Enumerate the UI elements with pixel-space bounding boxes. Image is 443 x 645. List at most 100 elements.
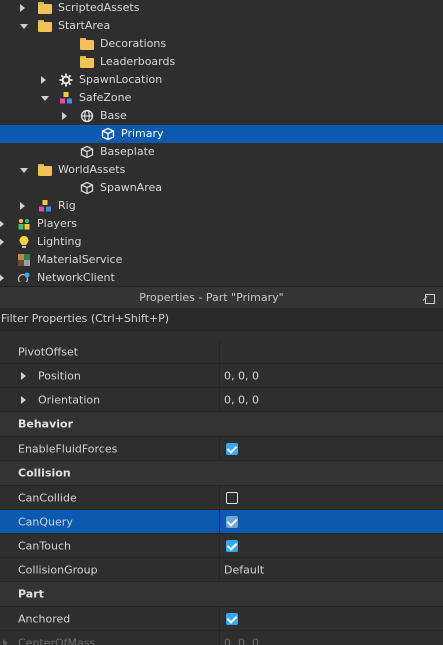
mesh-icon bbox=[80, 109, 94, 123]
model-icon bbox=[38, 199, 52, 213]
property-row-can-collide[interactable]: CanCollide bbox=[0, 486, 443, 510]
tree-item-leaderboards[interactable]: Leaderboards bbox=[0, 53, 443, 71]
category-behavior[interactable]: Behavior bbox=[0, 412, 443, 437]
expand-arrow-icon[interactable] bbox=[0, 238, 4, 246]
tree-item-start-area[interactable]: StartArea bbox=[0, 17, 443, 35]
category-collision[interactable]: Collision bbox=[0, 461, 443, 486]
part-icon bbox=[101, 127, 115, 141]
column-divider[interactable] bbox=[219, 486, 220, 509]
property-name: PivotOffset bbox=[18, 345, 79, 358]
material-service-icon bbox=[17, 253, 31, 267]
property-checkbox[interactable] bbox=[226, 491, 238, 504]
column-divider[interactable] bbox=[219, 510, 220, 533]
expand-arrow-icon[interactable] bbox=[21, 371, 26, 380]
tree-item-players[interactable]: Players bbox=[0, 215, 443, 233]
expand-arrow-icon[interactable] bbox=[41, 76, 46, 84]
tree-item-label: Players bbox=[37, 217, 77, 230]
tree-item-decorations[interactable]: Decorations bbox=[0, 35, 443, 53]
tree-item-spawn-area[interactable]: SpawnArea bbox=[0, 179, 443, 197]
property-name: CenterOfMass bbox=[18, 636, 96, 645]
property-value[interactable]: 0, 0, 0 bbox=[224, 636, 259, 645]
property-value[interactable]: 0, 0, 0 bbox=[224, 393, 259, 406]
tree-item-baseplate[interactable]: Baseplate bbox=[0, 143, 443, 161]
property-row-collision-group[interactable]: CollisionGroup Default bbox=[0, 558, 443, 582]
model-icon bbox=[59, 91, 73, 105]
column-divider[interactable] bbox=[219, 340, 220, 363]
explorer-panel: ScriptedAssets StartArea Decorations Leader… bbox=[0, 0, 443, 282]
property-name: Anchored bbox=[18, 612, 71, 625]
property-name: CanQuery bbox=[18, 515, 73, 528]
tree-item-safe-zone[interactable]: SafeZone bbox=[0, 89, 443, 107]
property-row-can-touch[interactable]: CanTouch bbox=[0, 534, 443, 558]
tree-item-label: SpawnLocation bbox=[79, 73, 163, 86]
property-row-position[interactable]: Position 0, 0, 0 bbox=[0, 364, 443, 388]
expand-arrow-icon[interactable] bbox=[0, 220, 4, 228]
column-divider[interactable] bbox=[219, 607, 220, 630]
expand-arrow-icon[interactable] bbox=[20, 202, 25, 210]
expand-arrow-icon[interactable] bbox=[3, 638, 8, 645]
property-value[interactable]: Default bbox=[224, 563, 264, 576]
part-icon bbox=[80, 181, 94, 195]
folder-icon bbox=[38, 19, 52, 33]
column-divider[interactable] bbox=[219, 631, 220, 645]
property-name: CanTouch bbox=[18, 539, 71, 552]
folder-icon bbox=[38, 1, 52, 15]
column-divider[interactable] bbox=[219, 437, 220, 460]
expand-arrow-icon[interactable] bbox=[20, 4, 25, 12]
tree-item-label: StartArea bbox=[58, 19, 111, 32]
column-divider[interactable] bbox=[219, 558, 220, 581]
lighting-icon bbox=[17, 235, 31, 249]
tree-item-spawn-location[interactable]: SpawnLocation bbox=[0, 71, 443, 89]
expand-arrow-icon[interactable] bbox=[21, 395, 26, 404]
filter-properties-input[interactable] bbox=[0, 308, 441, 328]
property-row-enable-fluid-forces[interactable]: EnableFluidForces bbox=[0, 437, 443, 461]
column-divider[interactable] bbox=[219, 388, 220, 411]
property-name: Orientation bbox=[38, 393, 101, 406]
tree-item-label: Primary bbox=[121, 127, 164, 140]
property-row-can-query[interactable]: CanQuery bbox=[0, 510, 443, 534]
property-row-center-of-mass[interactable]: CenterOfMass 0, 0, 0 bbox=[0, 631, 443, 645]
tree-item-rig[interactable]: Rig bbox=[0, 197, 443, 215]
property-row-orientation[interactable]: Orientation 0, 0, 0 bbox=[0, 388, 443, 412]
tree-item-lighting[interactable]: Lighting bbox=[0, 233, 443, 251]
tree-item-label: Lighting bbox=[37, 235, 82, 248]
tree-item-label: Baseplate bbox=[100, 145, 155, 158]
collapse-arrow-icon[interactable] bbox=[20, 24, 28, 29]
properties-grid: PivotOffset Position 0, 0, 0 Orientation 0, … bbox=[0, 332, 443, 645]
network-client-icon bbox=[17, 271, 31, 282]
property-row-pivot-offset[interactable]: PivotOffset bbox=[0, 340, 443, 364]
part-icon bbox=[80, 145, 94, 159]
tree-item-network-client[interactable]: NetworkClient bbox=[0, 269, 443, 282]
property-name: CanCollide bbox=[18, 491, 77, 504]
undock-icon[interactable] bbox=[425, 294, 435, 304]
tree-item-label: NetworkClient bbox=[37, 271, 115, 282]
tree-item-label: Leaderboards bbox=[100, 55, 176, 68]
folder-icon bbox=[80, 37, 94, 51]
property-name: EnableFluidForces bbox=[18, 442, 118, 455]
tree-item-scripted-assets[interactable]: ScriptedAssets bbox=[0, 0, 443, 17]
column-divider[interactable] bbox=[219, 534, 220, 557]
expand-arrow-icon[interactable] bbox=[62, 112, 67, 120]
tree-item-label: ScriptedAssets bbox=[58, 1, 140, 14]
property-value[interactable]: 0, 0, 0 bbox=[224, 369, 259, 382]
category-label: Part bbox=[18, 587, 44, 601]
property-checkbox[interactable] bbox=[226, 612, 238, 625]
collapse-arrow-icon[interactable] bbox=[20, 168, 28, 173]
tree-item-world-assets[interactable]: WorldAssets bbox=[0, 161, 443, 179]
property-checkbox[interactable] bbox=[226, 515, 238, 528]
tree-item-label: SpawnArea bbox=[100, 181, 162, 194]
tree-item-base[interactable]: Base bbox=[0, 107, 443, 125]
expand-arrow-icon[interactable] bbox=[0, 274, 4, 282]
category-part[interactable]: Part bbox=[0, 582, 443, 607]
property-checkbox[interactable] bbox=[226, 442, 238, 455]
property-name: CollisionGroup bbox=[18, 563, 98, 576]
property-row-anchored[interactable]: Anchored bbox=[0, 607, 443, 631]
tree-item-material-service[interactable]: MaterialService bbox=[0, 251, 443, 269]
column-divider[interactable] bbox=[219, 364, 220, 387]
folder-icon bbox=[38, 163, 52, 177]
tree-item-label: MaterialService bbox=[37, 253, 123, 266]
property-checkbox[interactable] bbox=[226, 539, 238, 552]
tree-item-primary[interactable]: Primary bbox=[0, 125, 443, 143]
collapse-arrow-icon[interactable] bbox=[41, 96, 49, 101]
tree-item-label: Decorations bbox=[100, 37, 167, 50]
